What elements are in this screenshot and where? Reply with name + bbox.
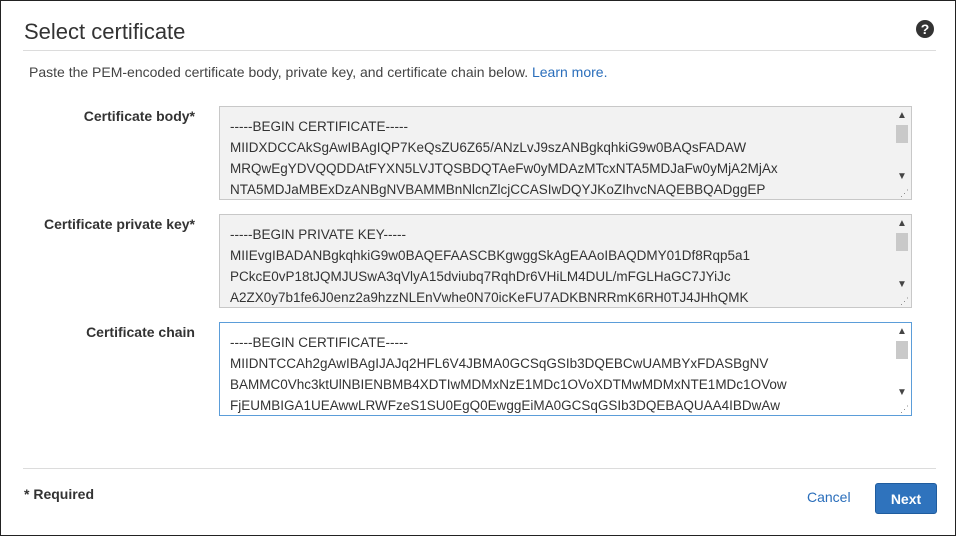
certificate-body-content: -----BEGIN CERTIFICATE----- MIIDXDCCAkSg… xyxy=(230,116,889,199)
scrollbar-thumb[interactable] xyxy=(896,233,908,251)
help-circle-icon[interactable]: ? xyxy=(916,20,934,38)
cancel-button[interactable]: Cancel xyxy=(807,489,851,505)
certificate-body-textarea[interactable]: -----BEGIN CERTIFICATE----- MIIDXDCCAkSg… xyxy=(219,106,912,200)
scroll-up-icon[interactable]: ▲ xyxy=(894,325,910,339)
text-line: MIIDNTCCAh2gAwIBAgIJAJq2HFL6V4JBMA0GCSqG… xyxy=(230,356,769,371)
intro-description: Paste the PEM-encoded certificate body, … xyxy=(29,64,529,80)
private-key-textarea[interactable]: -----BEGIN PRIVATE KEY----- MIIEvgIBADAN… xyxy=(219,214,912,308)
required-note: * Required xyxy=(24,486,95,502)
text-line: MIIDXDCCAkSgAwIBAgIQP7KeQsZU6Z65/ANzLvJ9… xyxy=(230,140,747,155)
text-line: -----BEGIN CERTIFICATE----- xyxy=(230,335,408,350)
scrollbar-thumb[interactable] xyxy=(896,341,908,359)
vertical-scrollbar[interactable]: ▲ ▼ ⋰ xyxy=(894,324,910,414)
text-line: -----BEGIN CERTIFICATE----- xyxy=(230,119,408,134)
text-line: PCkcE0vP18tJQMJUSwA3qVlyA15dviubq7RqhDr6… xyxy=(230,269,731,284)
resize-grip-icon[interactable]: ⋰ xyxy=(899,188,909,198)
header-divider xyxy=(23,50,936,51)
resize-grip-icon[interactable]: ⋰ xyxy=(899,296,909,306)
page-title: Select certificate xyxy=(24,19,186,44)
scroll-up-icon[interactable]: ▲ xyxy=(894,109,910,123)
text-line: NTA5MDJaMBExDzANBgNVBAMMBnNlcnZlcjCCASIw… xyxy=(230,182,766,197)
private-key-label: Certificate private key* xyxy=(44,216,195,232)
text-line: MRQwEgYDVQQDDAtFYXN5LVJTQSBDQTAeFw0yMDAz… xyxy=(230,161,778,176)
certificate-chain-textarea[interactable]: -----BEGIN CERTIFICATE----- MIIDNTCCAh2g… xyxy=(219,322,912,416)
scroll-down-icon[interactable]: ▼ xyxy=(894,170,910,184)
text-line: MIIEvgIBADANBgkqhkiG9w0BAQEFAASCBKgwggSk… xyxy=(230,248,750,263)
private-key-content: -----BEGIN PRIVATE KEY----- MIIEvgIBADAN… xyxy=(230,224,889,307)
dialog-panel: Select certificate ? Paste the PEM-encod… xyxy=(0,0,956,536)
intro-text: Paste the PEM-encoded certificate body, … xyxy=(29,64,607,80)
resize-grip-icon[interactable]: ⋰ xyxy=(899,404,909,414)
scroll-down-icon[interactable]: ▼ xyxy=(894,278,910,292)
scroll-up-icon[interactable]: ▲ xyxy=(894,217,910,231)
certificate-chain-content: -----BEGIN CERTIFICATE----- MIIDNTCCAh2g… xyxy=(230,332,889,415)
vertical-scrollbar[interactable]: ▲ ▼ ⋰ xyxy=(894,108,910,198)
certificate-chain-label: Certificate chain xyxy=(86,324,195,340)
text-line: A2ZX0y7b1fe6J0enz2a9hzzNLEnVwhe0N70icKeF… xyxy=(230,290,749,305)
vertical-scrollbar[interactable]: ▲ ▼ ⋰ xyxy=(894,216,910,306)
learn-more-link[interactable]: Learn more. xyxy=(532,64,607,80)
scroll-down-icon[interactable]: ▼ xyxy=(894,386,910,400)
footer-divider xyxy=(23,468,936,469)
certificate-body-label: Certificate body* xyxy=(83,108,195,124)
text-line: -----BEGIN PRIVATE KEY----- xyxy=(230,227,407,242)
text-line: BAMMC0Vhc3ktUlNBIENBMB4XDTIwMDMxNzE1MDc1… xyxy=(230,377,787,392)
scrollbar-thumb[interactable] xyxy=(896,125,908,143)
next-button[interactable]: Next xyxy=(875,483,937,514)
text-line: FjEUMBIGA1UEAwwLRWFzeS1SU0EgQ0EwggEiMA0G… xyxy=(230,398,780,413)
